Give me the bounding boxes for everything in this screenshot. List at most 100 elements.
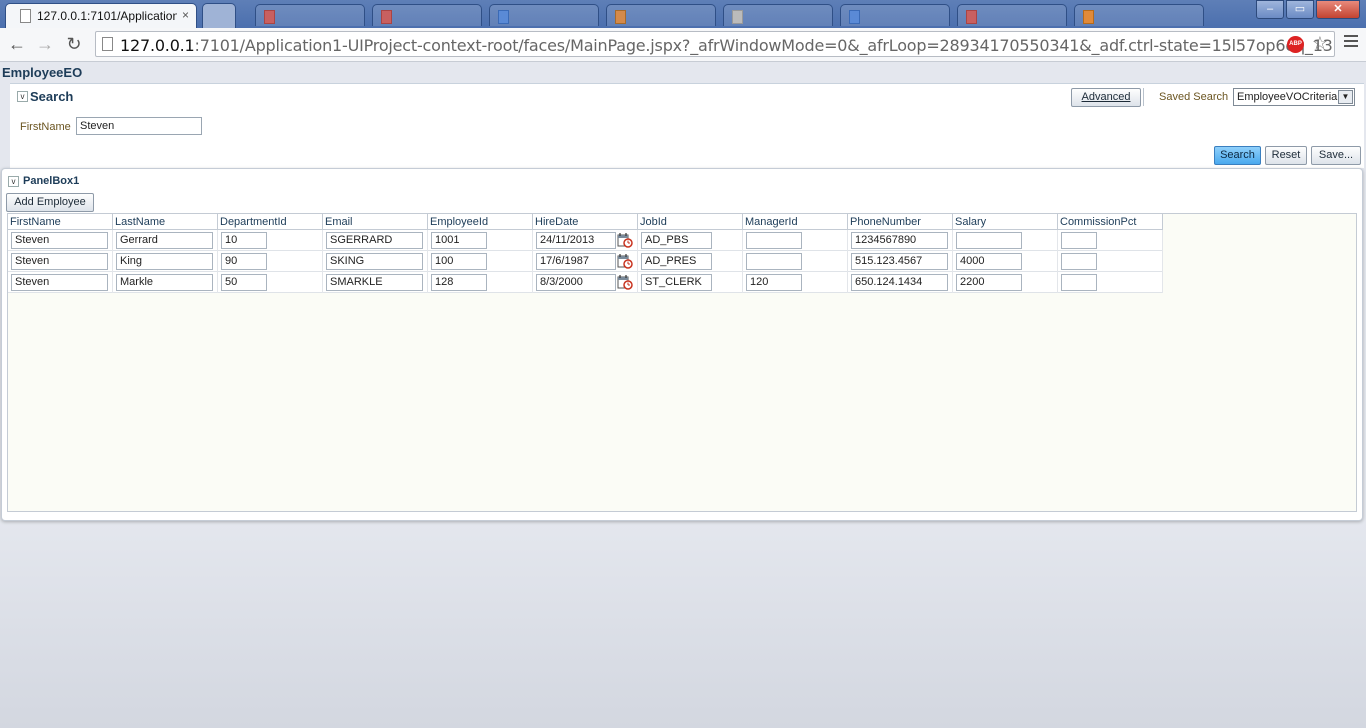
commissionpct-input[interactable]	[1061, 253, 1097, 270]
jobid-input[interactable]: AD_PRES	[641, 253, 712, 270]
url-host: 127.0.0.1	[120, 36, 195, 55]
table-cell: SGERRARD	[323, 230, 428, 251]
lastname-input[interactable]: Markle	[116, 274, 213, 291]
salary-input[interactable]	[956, 232, 1022, 249]
column-header[interactable]: FirstName	[8, 214, 113, 230]
column-header[interactable]: Salary	[953, 214, 1058, 230]
reset-button[interactable]: Reset	[1265, 146, 1307, 165]
tab-close-icon[interactable]: ×	[182, 8, 189, 22]
hiredate-input[interactable]: 17/6/1987	[536, 253, 616, 270]
browser-tab[interactable]	[489, 4, 599, 26]
panel-box: v PanelBox1 Add Employee FirstName LastNa…	[1, 168, 1363, 521]
column-header[interactable]: EmployeeId	[428, 214, 533, 230]
maximize-button[interactable]: ▭	[1286, 0, 1314, 19]
dropdown-arrow-icon[interactable]: ▼	[1338, 90, 1353, 104]
disclose-icon[interactable]: v	[17, 91, 28, 102]
saved-search-label: Saved Search	[1159, 91, 1229, 103]
jobid-input[interactable]: ST_CLERK	[641, 274, 712, 291]
calendar-icon[interactable]	[617, 232, 633, 248]
page-icon	[498, 10, 509, 24]
email-input[interactable]: SKING	[326, 253, 423, 270]
employeeid-input[interactable]: 1001	[431, 232, 487, 249]
salary-input[interactable]: 2200	[956, 274, 1022, 291]
table-cell: 1001	[428, 230, 533, 251]
page-icon	[264, 10, 275, 24]
browser-tab-bar: 127.0.0.1:7101/Application × – ▭ ✕	[0, 0, 1366, 28]
column-header[interactable]: CommissionPct	[1058, 214, 1163, 230]
page-icon	[732, 10, 743, 24]
reload-button[interactable]: ↻	[63, 33, 85, 55]
column-header[interactable]: HireDate	[533, 214, 638, 230]
page-icon	[849, 10, 860, 24]
column-header[interactable]: Email	[323, 214, 428, 230]
new-tab-button[interactable]	[202, 3, 236, 28]
forward-button[interactable]: →	[34, 33, 56, 55]
minimize-button[interactable]: –	[1256, 0, 1284, 19]
browser-tab[interactable]	[606, 4, 716, 26]
menu-icon[interactable]	[1344, 35, 1358, 49]
phonenumber-input[interactable]: 515.123.4567	[851, 253, 948, 270]
browser-tab[interactable]	[723, 4, 833, 26]
table-cell: SKING	[323, 251, 428, 272]
browser-tab[interactable]	[957, 4, 1067, 26]
email-input[interactable]: SGERRARD	[326, 232, 423, 249]
employeeid-input[interactable]: 100	[431, 253, 487, 270]
close-window-button[interactable]: ✕	[1316, 0, 1360, 19]
column-header[interactable]: PhoneNumber	[848, 214, 953, 230]
salary-input[interactable]: 4000	[956, 253, 1022, 270]
table-cell: 24/11/2013	[533, 230, 638, 251]
page-icon	[20, 9, 31, 23]
hiredate-input[interactable]: 24/11/2013	[536, 232, 616, 249]
phonenumber-input[interactable]: 1234567890	[851, 232, 948, 249]
phonenumber-input[interactable]: 650.124.1434	[851, 274, 948, 291]
departmentid-input[interactable]: 90	[221, 253, 267, 270]
calendar-icon[interactable]	[617, 274, 633, 290]
departmentid-input[interactable]: 50	[221, 274, 267, 291]
star-icon[interactable]: ☆	[1312, 33, 1328, 54]
search-button[interactable]: Search	[1214, 146, 1261, 165]
table-cell: 100	[428, 251, 533, 272]
jobid-input[interactable]: AD_PBS	[641, 232, 712, 249]
managerid-input[interactable]	[746, 253, 802, 270]
hiredate-input[interactable]: 8/3/2000	[536, 274, 616, 291]
search-header[interactable]: v Search	[17, 89, 73, 104]
disclose-icon[interactable]: v	[8, 175, 19, 187]
browser-toolbar: ← → ↻ 127.0.0.1:7101/Application1-UIProj…	[0, 28, 1366, 62]
url-text[interactable]: 127.0.0.1:7101/Application1-UIProject-co…	[120, 36, 1333, 55]
column-header[interactable]: JobId	[638, 214, 743, 230]
firstname-input[interactable]: Steven	[11, 253, 108, 270]
browser-tab[interactable]	[372, 4, 482, 26]
save-search-button[interactable]: Save...	[1311, 146, 1361, 165]
firstname-search-input[interactable]: Steven	[76, 117, 202, 135]
browser-tab[interactable]	[255, 4, 365, 26]
column-header[interactable]: DepartmentId	[218, 214, 323, 230]
lastname-input[interactable]: King	[116, 253, 213, 270]
firstname-input[interactable]: Steven	[11, 274, 108, 291]
column-header[interactable]: LastName	[113, 214, 218, 230]
firstname-input[interactable]: Steven	[11, 232, 108, 249]
adblock-icon[interactable]: ABP	[1287, 36, 1304, 53]
saved-search-select[interactable]: EmployeeVOCriteria ▼	[1233, 88, 1355, 106]
employeeid-input[interactable]: 128	[431, 274, 487, 291]
browser-tab[interactable]	[1074, 4, 1204, 26]
page-icon	[102, 37, 113, 51]
advanced-button[interactable]: Advanced	[1071, 88, 1141, 107]
departmentid-input[interactable]: 10	[221, 232, 267, 249]
table-cell: 128	[428, 272, 533, 293]
email-input[interactable]: SMARKLE	[326, 274, 423, 291]
browser-tab[interactable]	[840, 4, 950, 26]
browser-tab-active[interactable]: 127.0.0.1:7101/Application ×	[5, 3, 197, 28]
column-header[interactable]: ManagerId	[743, 214, 848, 230]
address-bar[interactable]: 127.0.0.1:7101/Application1-UIProject-co…	[95, 31, 1335, 57]
add-employee-button[interactable]: Add Employee	[6, 193, 94, 212]
table-cell: ST_CLERK	[638, 272, 743, 293]
managerid-input[interactable]: 120	[746, 274, 802, 291]
back-button[interactable]: ←	[6, 33, 28, 55]
commissionpct-input[interactable]	[1061, 232, 1097, 249]
commissionpct-input[interactable]	[1061, 274, 1097, 291]
calendar-icon[interactable]	[617, 253, 633, 269]
panel-box-header[interactable]: v PanelBox1	[8, 175, 79, 187]
lastname-input[interactable]: Gerrard	[116, 232, 213, 249]
managerid-input[interactable]	[746, 232, 802, 249]
table-cell: 90	[218, 251, 323, 272]
